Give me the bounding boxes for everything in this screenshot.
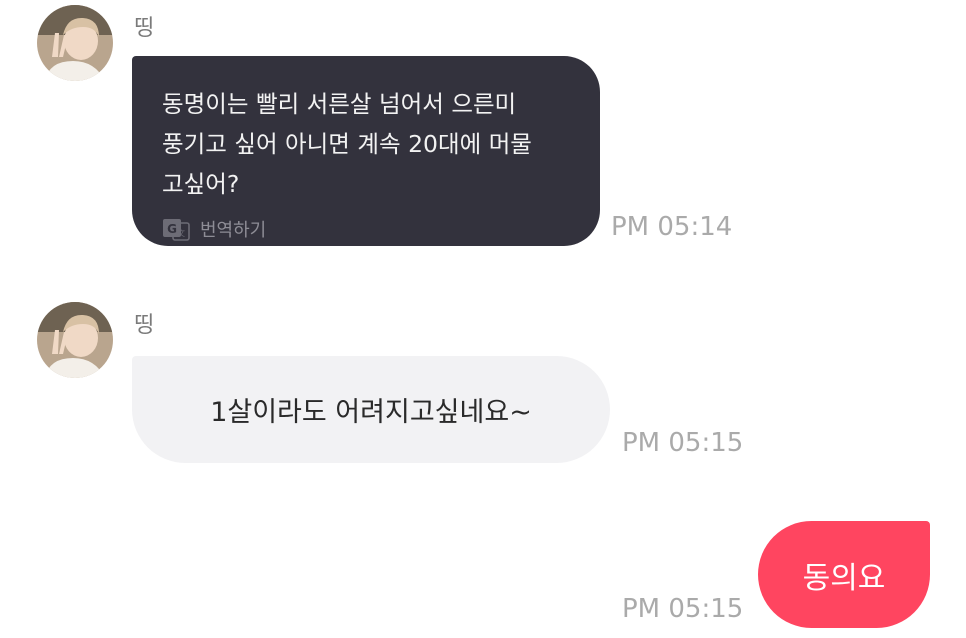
translate-button[interactable]: G 文 번역하기 — [162, 214, 266, 244]
avatar[interactable] — [37, 5, 113, 81]
svg-text:文: 文 — [177, 228, 185, 238]
message-text-line: 동명이는 빨리 서른살 넘어서 으른미 — [162, 90, 517, 118]
message-text-line: 고싶어? — [162, 170, 240, 198]
message-timestamp: PM 05:14 — [611, 212, 733, 242]
message-timestamp: PM 05:15 — [622, 594, 744, 624]
message-text: 동의요 — [802, 560, 886, 596]
message-text-line: 풍기고 싶어 아니면 계속 20대에 머물 — [162, 130, 532, 158]
message-bubble[interactable]: 1살이라도 어려지고싶네요~ — [132, 356, 610, 463]
translate-icon: G 文 — [163, 219, 190, 241]
message-bubble[interactable]: 동의요 — [758, 521, 930, 628]
message-timestamp: PM 05:15 — [622, 428, 744, 458]
profile-photo-icon — [37, 5, 113, 81]
message-bubble[interactable]: 동명이는 빨리 서른살 넘어서 으른미 풍기고 싶어 아니면 계속 20대에 머… — [132, 56, 600, 246]
message-text: 1살이라도 어려지고싶네요~ — [210, 397, 532, 428]
svg-text:G: G — [167, 222, 177, 236]
translate-label: 번역하기 — [200, 220, 267, 241]
avatar[interactable] — [37, 302, 113, 378]
sender-name: 띵 — [134, 313, 155, 338]
profile-photo-icon — [37, 302, 113, 378]
sender-name: 띵 — [134, 16, 155, 41]
